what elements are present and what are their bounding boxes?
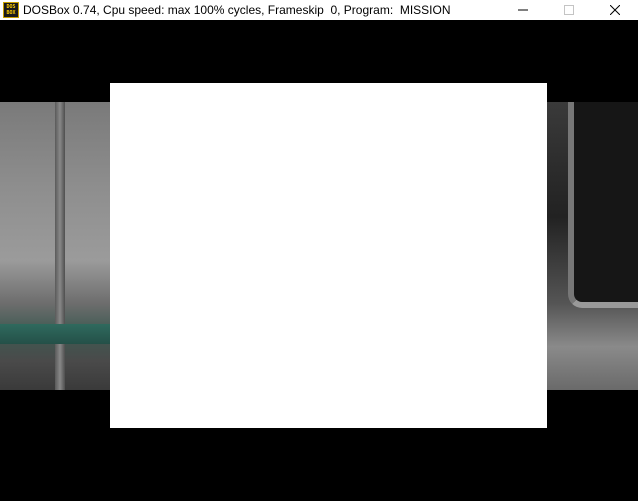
- dos-screen[interactable]: [0, 20, 638, 501]
- scene-pillar: [55, 102, 65, 390]
- dosbox-icon[interactable]: DOS BOX: [3, 2, 19, 18]
- minimize-icon: [518, 9, 528, 11]
- close-icon: [610, 5, 620, 15]
- scene-right-window: [546, 102, 638, 390]
- minimize-button[interactable]: [500, 0, 546, 20]
- scene-window-frame: [568, 102, 638, 308]
- maximize-icon: [564, 5, 574, 15]
- dosbox-window: DOS BOX DOSBox 0.74, Cpu speed: max 100%…: [0, 0, 638, 501]
- window-controls: [500, 0, 638, 20]
- dosbox-icon-text-bottom: BOX: [6, 10, 16, 16]
- close-button[interactable]: [592, 0, 638, 20]
- window-title: DOSBox 0.74, Cpu speed: max 100% cycles,…: [23, 3, 451, 17]
- scene-left-corridor: [0, 102, 112, 390]
- scene-ledge: [0, 324, 112, 344]
- maximize-button[interactable]: [546, 0, 592, 20]
- white-overlay-panel: [110, 83, 547, 428]
- title-bar[interactable]: DOS BOX DOSBox 0.74, Cpu speed: max 100%…: [0, 0, 638, 20]
